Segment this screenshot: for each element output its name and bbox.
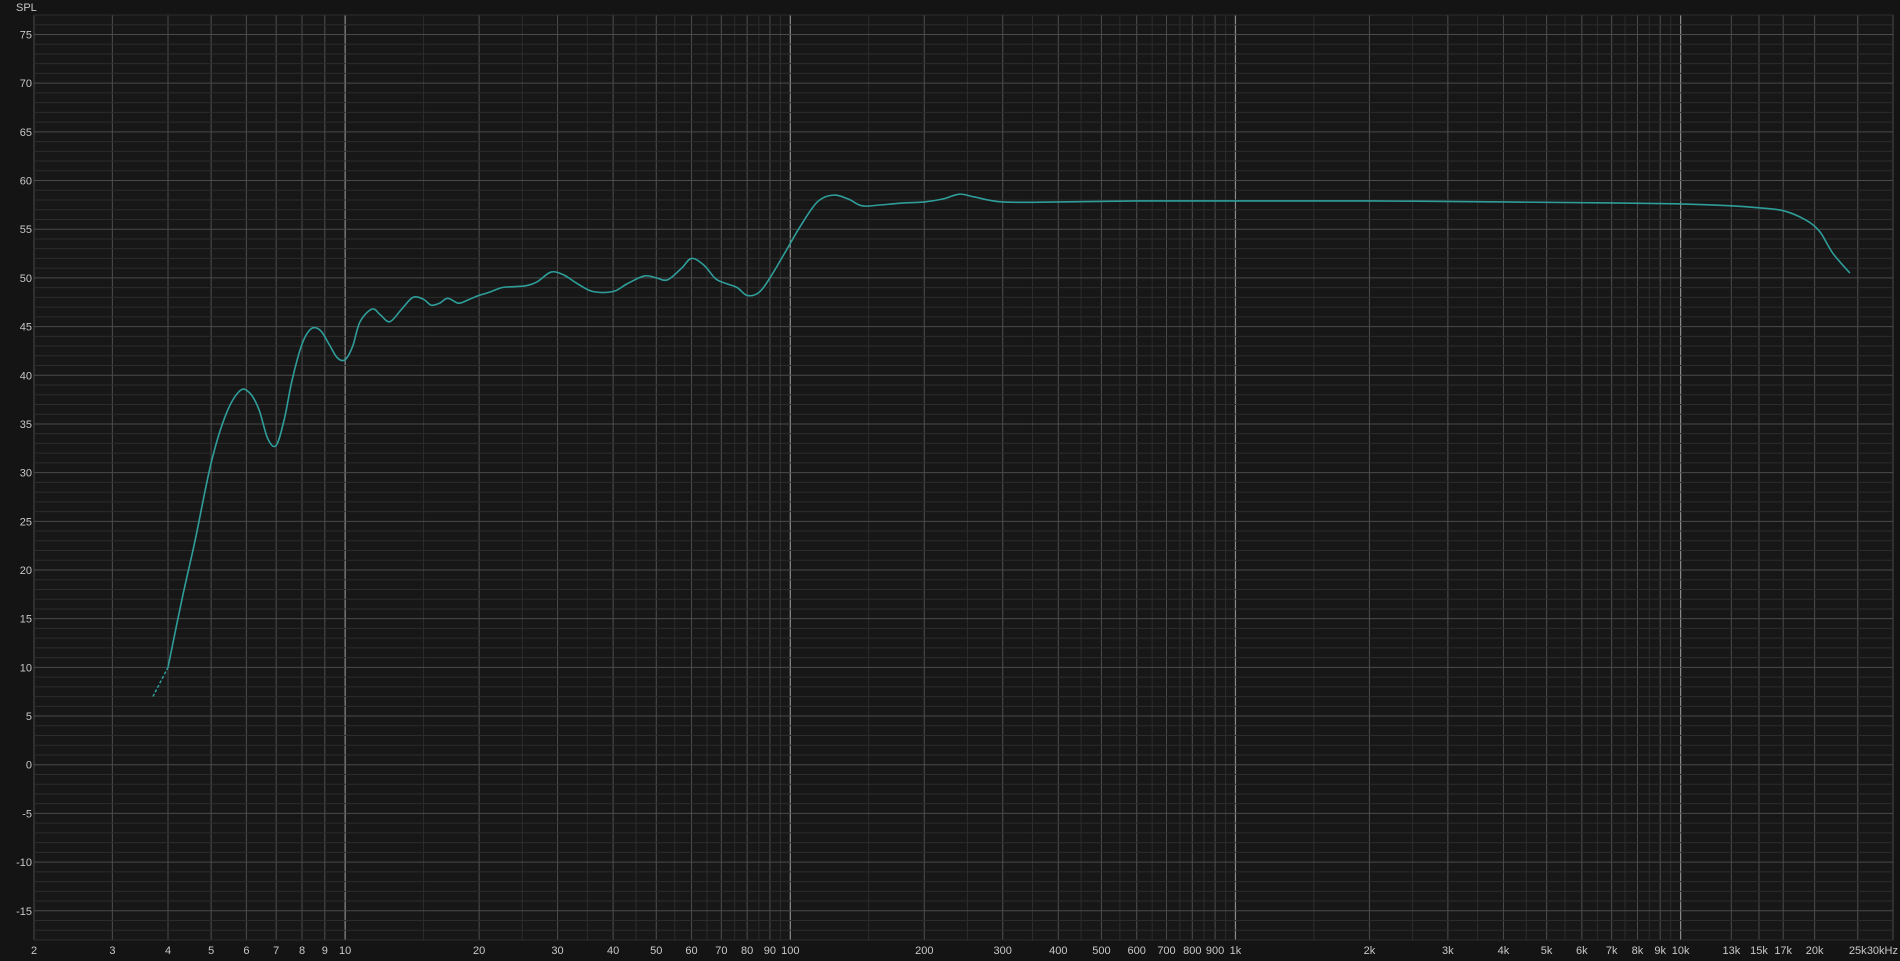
x-tick-label: 300: [994, 945, 1012, 957]
x-tick-label: 1k: [1230, 945, 1242, 957]
y-tick-label: -15: [16, 906, 32, 918]
plot-area: [34, 15, 1893, 940]
x-tick-label: 500: [1092, 945, 1110, 957]
x-tick-label: 3k: [1442, 945, 1454, 957]
x-tick-label: 6: [243, 945, 249, 957]
y-tick-label: -10: [16, 857, 32, 869]
x-tick-label: 60: [685, 945, 697, 957]
x-tick-label: 700: [1157, 945, 1175, 957]
x-tick-label: 200: [915, 945, 933, 957]
x-tick-label: 30: [551, 945, 563, 957]
x-tick-label: 9k: [1654, 945, 1666, 957]
x-tick-label: 8k: [1632, 945, 1644, 957]
y-tick-label: 35: [20, 419, 32, 431]
x-tick-label: 90: [764, 945, 776, 957]
y-tick-label: 5: [26, 711, 32, 723]
x-tick-label: 400: [1049, 945, 1067, 957]
x-tick-label: 2: [31, 945, 37, 957]
x-tick-label: 20k: [1806, 945, 1824, 957]
y-axis-tick-labels: -15 -10 -5 0 5 10 15 20 25 30 35 40 45 50 55 60 65 70 75: [16, 29, 32, 917]
y-tick-label: 65: [20, 127, 32, 139]
y-axis-label: SPL: [16, 2, 37, 14]
x-tick-label: 80: [741, 945, 753, 957]
x-tick-label: 7k: [1606, 945, 1618, 957]
x-tick-label: 800: [1183, 945, 1201, 957]
x-tick-label: 13k: [1722, 945, 1740, 957]
x-tick-label: 8: [299, 945, 305, 957]
frequency-response-chart: -15-10-5051015202530354045505560657075 2…: [16, 2, 1898, 957]
x-tick-label: 70: [715, 945, 727, 957]
y-tick-label: 50: [20, 273, 32, 285]
x-tick-label: 17k: [1774, 945, 1792, 957]
x-axis-tick-labels: 2 3 4 5 6 7 8 9 10 20 30 40 50 60 70 80 90 100 200 300 400 50…: [31, 945, 1898, 957]
x-tick-label: 15k: [1750, 945, 1768, 957]
y-tick-label: 10: [20, 662, 32, 674]
x-tick-label: 40: [607, 945, 619, 957]
x-tick-label: 3: [109, 945, 115, 957]
y-tick-label: 60: [20, 176, 32, 188]
y-tick-label: 20: [20, 565, 32, 577]
x-tick-label: 7: [273, 945, 279, 957]
x-tick-label: 10k: [1672, 945, 1690, 957]
x-tick-label: 4: [165, 945, 171, 957]
x-tick-label: 900: [1206, 945, 1224, 957]
x-tick-label: 25k: [1849, 945, 1867, 957]
y-tick-label: -5: [22, 808, 32, 820]
x-tick-label: 6k: [1576, 945, 1588, 957]
y-tick-label: 30: [20, 468, 32, 480]
x-tick-label: 50: [650, 945, 662, 957]
x-tick-label: 30kHz: [1867, 945, 1898, 957]
y-tick-label: 70: [20, 78, 32, 90]
x-tick-label: 600: [1128, 945, 1146, 957]
y-tick-label: 40: [20, 370, 32, 382]
x-tick-label: 2k: [1364, 945, 1376, 957]
x-tick-label: 9: [322, 945, 328, 957]
x-tick-label: 5k: [1541, 945, 1553, 957]
y-tick-label: 75: [20, 29, 32, 41]
y-tick-label: 15: [20, 614, 32, 626]
x-tick-label: 100: [781, 945, 799, 957]
y-tick-label: 55: [20, 224, 32, 236]
x-tick-label: 10: [339, 945, 351, 957]
x-tick-label: 5: [208, 945, 214, 957]
x-tick-label: 20: [473, 945, 485, 957]
y-tick-label: 0: [26, 760, 32, 772]
x-tick-label: 4k: [1498, 945, 1510, 957]
y-tick-label: 25: [20, 516, 32, 528]
y-tick-label: 45: [20, 322, 32, 334]
